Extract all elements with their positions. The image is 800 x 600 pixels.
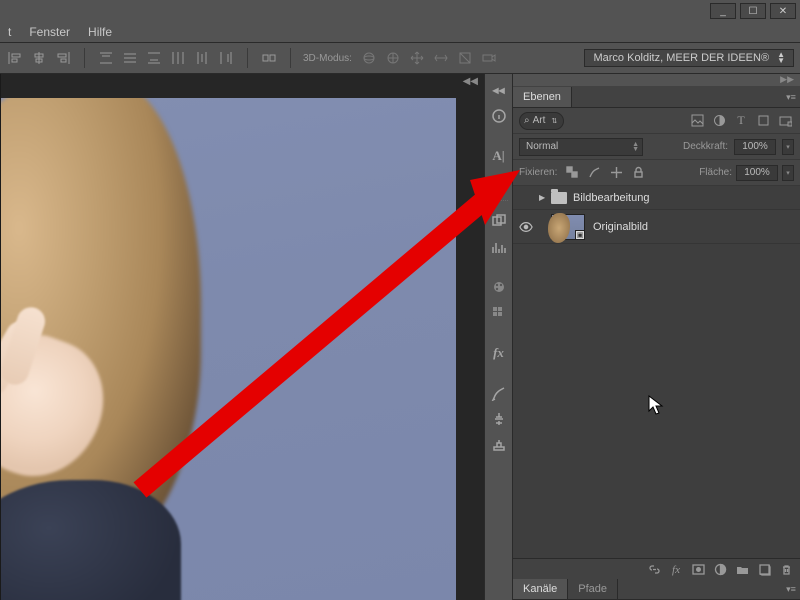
panel-menu-icon[interactable]: ▾≡ (782, 92, 800, 107)
opacity-step-icon[interactable]: ▾ (782, 139, 794, 155)
clone-source-panel-icon[interactable] (487, 433, 511, 457)
adjustment-layer-icon[interactable] (710, 561, 730, 579)
layer-fx-icon[interactable]: fx (666, 561, 686, 579)
canvas-area[interactable]: ◀◀ (0, 74, 484, 600)
panel-menu-icon[interactable]: ▾≡ (782, 584, 800, 599)
character-panel-icon[interactable]: A| (487, 144, 511, 168)
filter-shape-icon[interactable] (754, 112, 772, 130)
fill-step-icon[interactable]: ▾ (782, 165, 794, 181)
distribute-right-icon[interactable] (217, 49, 235, 67)
window-maximize-button[interactable]: ☐ (740, 3, 766, 19)
align-left-icon[interactable] (6, 49, 24, 67)
layer-thumbnail[interactable]: ▣ (551, 214, 585, 240)
menu-bar: t Fenster Hilfe (0, 22, 800, 42)
3d-pan-icon[interactable] (408, 49, 426, 67)
tab-ebenen[interactable]: Ebenen (513, 87, 572, 107)
filter-pixel-icon[interactable] (688, 112, 706, 130)
layer-item[interactable]: ▣ Originalbild (513, 210, 800, 244)
3d-scale-icon[interactable] (456, 49, 474, 67)
channels-paths-panel: Kanäle Pfade ▾≡ (513, 580, 800, 600)
expand-group-icon[interactable]: ▶ (539, 193, 551, 202)
workspace-switcher[interactable]: Marco Kolditz, MEER DER IDEEN® ▲▼ (584, 49, 794, 67)
collapse-icon[interactable]: ◀◀ (487, 78, 511, 102)
histogram-panel-icon[interactable] (487, 235, 511, 259)
fill-label: Fläche: (699, 167, 732, 178)
tab-kanaele[interactable]: Kanäle (513, 579, 568, 599)
options-bar: 3D-Modus: Marco Kolditz, MEER DER IDEEN®… (0, 42, 800, 74)
panel-icon-strip: ◀◀ A| ¶ fx (484, 74, 512, 600)
fill-input[interactable]: 100% (736, 165, 778, 181)
distribute-hcenter-icon[interactable] (193, 49, 211, 67)
lock-transparent-icon[interactable] (563, 164, 581, 182)
layers-panel-bottom: fx (513, 558, 800, 580)
layer-mask-icon[interactable] (688, 561, 708, 579)
opacity-input[interactable]: 100% (734, 139, 776, 155)
delete-layer-icon[interactable] (776, 561, 796, 579)
auto-align-icon[interactable] (260, 49, 278, 67)
new-layer-icon[interactable] (754, 561, 774, 579)
distribute-top-icon[interactable] (97, 49, 115, 67)
link-layers-icon[interactable] (644, 561, 664, 579)
tab-pfade[interactable]: Pfade (568, 579, 618, 599)
collapse-right-icon[interactable]: ▶▶ (513, 74, 800, 86)
dropdown-arrows-icon: ▲▼ (777, 52, 785, 64)
menu-item-fenster[interactable]: Fenster (29, 25, 70, 39)
filter-smartobject-icon[interactable] (776, 112, 794, 130)
brush-panel-icon[interactable] (487, 381, 511, 405)
chevron-updown-icon: ⇅ (551, 117, 557, 125)
document-canvas[interactable] (1, 98, 456, 600)
right-panels: ▶▶ Ebenen ▾≡ ⌕ Art ⇅ T (512, 74, 800, 600)
layer-filter-dropdown[interactable]: ⌕ Art ⇅ (519, 112, 564, 130)
paragraph-panel-icon[interactable]: ¶ (487, 170, 511, 194)
lock-image-icon[interactable] (585, 164, 603, 182)
lock-position-icon[interactable] (607, 164, 625, 182)
layer-filter-label: Art (533, 115, 546, 126)
color-panel-icon[interactable] (487, 275, 511, 299)
align-hcenter-icon[interactable] (30, 49, 48, 67)
filter-adjustment-icon[interactable] (710, 112, 728, 130)
lock-all-icon[interactable] (629, 164, 647, 182)
layer-name[interactable]: Originalbild (593, 221, 648, 233)
workspace-name: Marco Kolditz, MEER DER IDEEN® (593, 52, 769, 64)
info-panel-icon[interactable] (487, 104, 511, 128)
align-right-icon[interactable] (54, 49, 72, 67)
layer-name[interactable]: Bildbearbeitung (573, 192, 649, 204)
window-close-button[interactable]: ✕ (770, 3, 796, 19)
brush-presets-panel-icon[interactable] (487, 407, 511, 431)
mode3d-label: 3D-Modus: (303, 53, 352, 64)
lock-label: Fixieren: (519, 167, 557, 178)
styles-panel-icon[interactable]: fx (487, 341, 511, 365)
opacity-label: Deckkraft: (683, 141, 728, 152)
menu-item-partial[interactable]: t (8, 25, 11, 39)
3d-slide-icon[interactable] (432, 49, 450, 67)
filter-type-icon[interactable]: T (732, 112, 750, 130)
layer-group[interactable]: ▶ Bildbearbeitung (513, 186, 800, 210)
distribute-vcenter-icon[interactable] (121, 49, 139, 67)
menu-item-hilfe[interactable]: Hilfe (88, 25, 112, 39)
titlebar: _ ☐ ✕ (0, 0, 800, 22)
3d-camera-icon[interactable] (480, 49, 498, 67)
swatches-panel-icon[interactable] (487, 301, 511, 325)
visibility-toggle[interactable] (513, 220, 539, 234)
collapse-left-icon[interactable]: ◀◀ (461, 74, 480, 89)
layers-panel: Ebenen ▾≡ ⌕ Art ⇅ T (513, 86, 800, 580)
3d-orbit-icon[interactable] (360, 49, 378, 67)
blend-mode-dropdown[interactable]: Normal ▲▼ (519, 138, 643, 156)
window-minimize-button[interactable]: _ (710, 3, 736, 19)
search-icon: ⌕ (524, 115, 530, 126)
distribute-left-icon[interactable] (169, 49, 187, 67)
layer-list: ▶ Bildbearbeitung ▣ Originalbild (513, 186, 800, 558)
3d-roll-icon[interactable] (384, 49, 402, 67)
new-group-icon[interactable] (732, 561, 752, 579)
folder-icon (551, 192, 567, 204)
distribute-bottom-icon[interactable] (145, 49, 163, 67)
smartobject-badge-icon: ▣ (575, 230, 585, 240)
chevron-updown-icon: ▲▼ (632, 142, 639, 152)
navigator-panel-icon[interactable] (487, 209, 511, 233)
